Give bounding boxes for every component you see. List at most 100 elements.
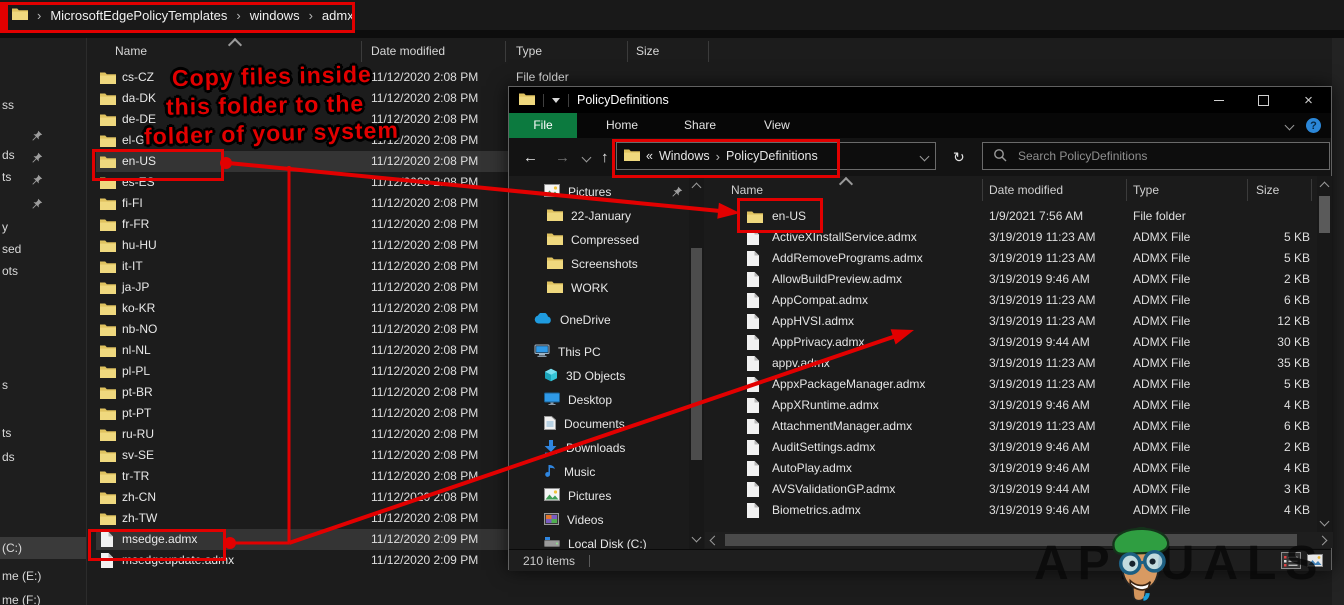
file-row[interactable]: AVSValidationGP.admx3/19/2019 9:44 AMADM… [705, 479, 1317, 500]
column-header-name[interactable]: Name [115, 44, 147, 58]
scroll-up-icon[interactable] [692, 183, 702, 193]
file-row[interactable]: AppXRuntime.admx3/19/2019 9:46 AMADMX Fi… [705, 395, 1317, 416]
column-divider[interactable] [361, 41, 362, 62]
file-row[interactable]: AppHVSI.admx3/19/2019 11:23 AMADMX File1… [705, 311, 1317, 332]
close-button[interactable]: × [1286, 87, 1331, 113]
column-divider[interactable] [505, 41, 506, 62]
sidebar-item[interactable] [0, 190, 86, 212]
column-header-name[interactable]: Name [731, 183, 763, 197]
file-row[interactable]: Biometrics.admx3/19/2019 9:46 AMADMX Fil… [705, 500, 1317, 521]
file-date: 3/19/2019 11:23 AM [989, 227, 1096, 248]
scroll-down-icon[interactable] [1320, 517, 1330, 527]
file-name: ru-RU [122, 424, 154, 445]
sidebar-item[interactable]: ss [0, 94, 86, 116]
file-type: ADMX File [1133, 458, 1190, 479]
sidebar-scrollbar[interactable] [689, 176, 704, 549]
sidebar-item-this-pc[interactable]: This PC [509, 341, 712, 363]
column-divider[interactable] [1126, 179, 1127, 201]
sidebar-item[interactable]: y [0, 216, 86, 238]
column-divider[interactable] [982, 179, 983, 201]
file-row[interactable]: appv.admx3/19/2019 11:23 AMADMX File35 K… [705, 353, 1317, 374]
sidebar-item[interactable]: ts [0, 422, 86, 444]
list-scrollbar[interactable] [1317, 176, 1332, 532]
scrollbar-thumb[interactable] [1319, 196, 1330, 233]
column-header-date[interactable]: Date modified [371, 44, 445, 58]
minimize-button[interactable] [1196, 87, 1241, 113]
breadcrumb-item[interactable]: windows [250, 8, 300, 23]
column-header-type[interactable]: Type [516, 44, 542, 58]
file-row[interactable]: AllowBuildPreview.admx3/19/2019 9:46 AMA… [705, 269, 1317, 290]
breadcrumb-item[interactable]: PolicyDefinitions [726, 149, 818, 163]
sidebar-item[interactable]: me (E:) [0, 565, 86, 587]
scrollbar-thumb[interactable] [691, 248, 702, 460]
file-icon [101, 553, 113, 575]
breadcrumb-item[interactable]: MicrosoftEdgePolicyTemplates [50, 8, 227, 23]
sidebar-item[interactable]: ots [0, 260, 86, 282]
sidebar-item[interactable]: ds [0, 144, 86, 166]
ribbon-bar: File Home Share View ? [509, 113, 1331, 138]
file-type: ADMX File [1133, 374, 1190, 395]
column-divider[interactable] [627, 41, 628, 62]
sidebar-item[interactable]: s [0, 374, 86, 396]
scroll-up-icon[interactable] [1320, 182, 1330, 192]
sidebar-item[interactable]: ts [0, 166, 86, 188]
file-date: 3/19/2019 9:46 AM [989, 395, 1090, 416]
file-row[interactable]: AuditSettings.admx3/19/2019 9:46 AMADMX … [705, 437, 1317, 458]
back-button[interactable]: ← [523, 138, 538, 176]
title-bar[interactable]: PolicyDefinitions × [509, 87, 1331, 113]
help-icon[interactable]: ? [1306, 118, 1321, 133]
file-row[interactable]: AddRemovePrograms.admx3/19/2019 11:23 AM… [705, 248, 1317, 269]
search-box[interactable] [982, 142, 1330, 170]
sidebar-item[interactable] [0, 122, 86, 144]
file-name: AttachmentManager.admx [772, 416, 912, 437]
breadcrumb-item[interactable]: admx [322, 8, 354, 23]
back-address-bar[interactable]: › MicrosoftEdgePolicyTemplates › windows… [0, 0, 1344, 30]
sort-ascending-icon [839, 177, 853, 191]
scroll-down-icon[interactable] [692, 533, 702, 543]
file-date: 3/19/2019 9:46 AM [989, 437, 1090, 458]
file-date: 11/12/2020 2:08 PM [371, 319, 478, 340]
forward-button[interactable]: → [555, 138, 570, 176]
scroll-left-icon[interactable] [710, 536, 720, 546]
sidebar-item[interactable]: sed [0, 238, 86, 260]
recent-locations-icon[interactable] [583, 138, 590, 176]
column-header-size[interactable]: Size [1256, 183, 1279, 197]
address-bar[interactable]: « Windows › PolicyDefinitions [616, 142, 936, 170]
file-date: 3/19/2019 11:23 AM [989, 248, 1096, 269]
tab-view[interactable]: View [749, 113, 805, 138]
quick-access-toolbar-icon[interactable] [552, 98, 560, 103]
sidebar-item[interactable]: ds [0, 446, 86, 468]
sidebar-item-label: Pictures [568, 489, 611, 503]
sidebar-item[interactable]: me (F:) [0, 589, 86, 605]
column-divider[interactable] [1311, 179, 1312, 201]
search-input[interactable] [1016, 148, 1270, 164]
column-header-size[interactable]: Size [636, 44, 659, 58]
ribbon-collapse-icon[interactable] [1285, 121, 1295, 131]
sidebar-item-label: ds [2, 144, 15, 166]
file-row[interactable]: en-US1/9/2021 7:56 AMFile folder [705, 206, 1317, 227]
sidebar-item[interactable]: (C:) [0, 537, 86, 559]
file-row[interactable]: ActiveXInstallService.admx3/19/2019 11:2… [705, 227, 1317, 248]
back-window-scrollbar[interactable] [1332, 38, 1344, 605]
file-row[interactable]: AutoPlay.admx3/19/2019 9:46 AMADMX File4… [705, 458, 1317, 479]
file-type: ADMX File [1133, 500, 1190, 521]
tab-share[interactable]: Share [669, 113, 731, 138]
column-header-date[interactable]: Date modified [989, 183, 1063, 197]
tab-file[interactable]: File [509, 113, 577, 138]
column-header-type[interactable]: Type [1133, 183, 1159, 197]
file-date: 11/12/2020 2:08 PM [371, 298, 478, 319]
file-row[interactable]: AppPrivacy.admx3/19/2019 9:44 AMADMX Fil… [705, 332, 1317, 353]
refresh-button[interactable]: ↻ [953, 138, 965, 176]
file-row[interactable]: AttachmentManager.admx3/19/2019 11:23 AM… [705, 416, 1317, 437]
file-row[interactable]: AppxPackageManager.admx3/19/2019 11:23 A… [705, 374, 1317, 395]
maximize-button[interactable] [1241, 87, 1286, 113]
breadcrumb-item[interactable]: Windows [659, 149, 710, 163]
file-name: it-IT [122, 256, 143, 277]
sidebar-item-onedrive[interactable]: OneDrive [509, 309, 712, 331]
column-divider[interactable] [708, 41, 709, 62]
column-divider[interactable] [1247, 179, 1248, 201]
tab-home[interactable]: Home [591, 113, 653, 138]
address-dropdown-icon[interactable] [920, 151, 930, 161]
file-row[interactable]: AppCompat.admx3/19/2019 11:23 AMADMX Fil… [705, 290, 1317, 311]
up-button[interactable]: ↑ [601, 138, 609, 176]
